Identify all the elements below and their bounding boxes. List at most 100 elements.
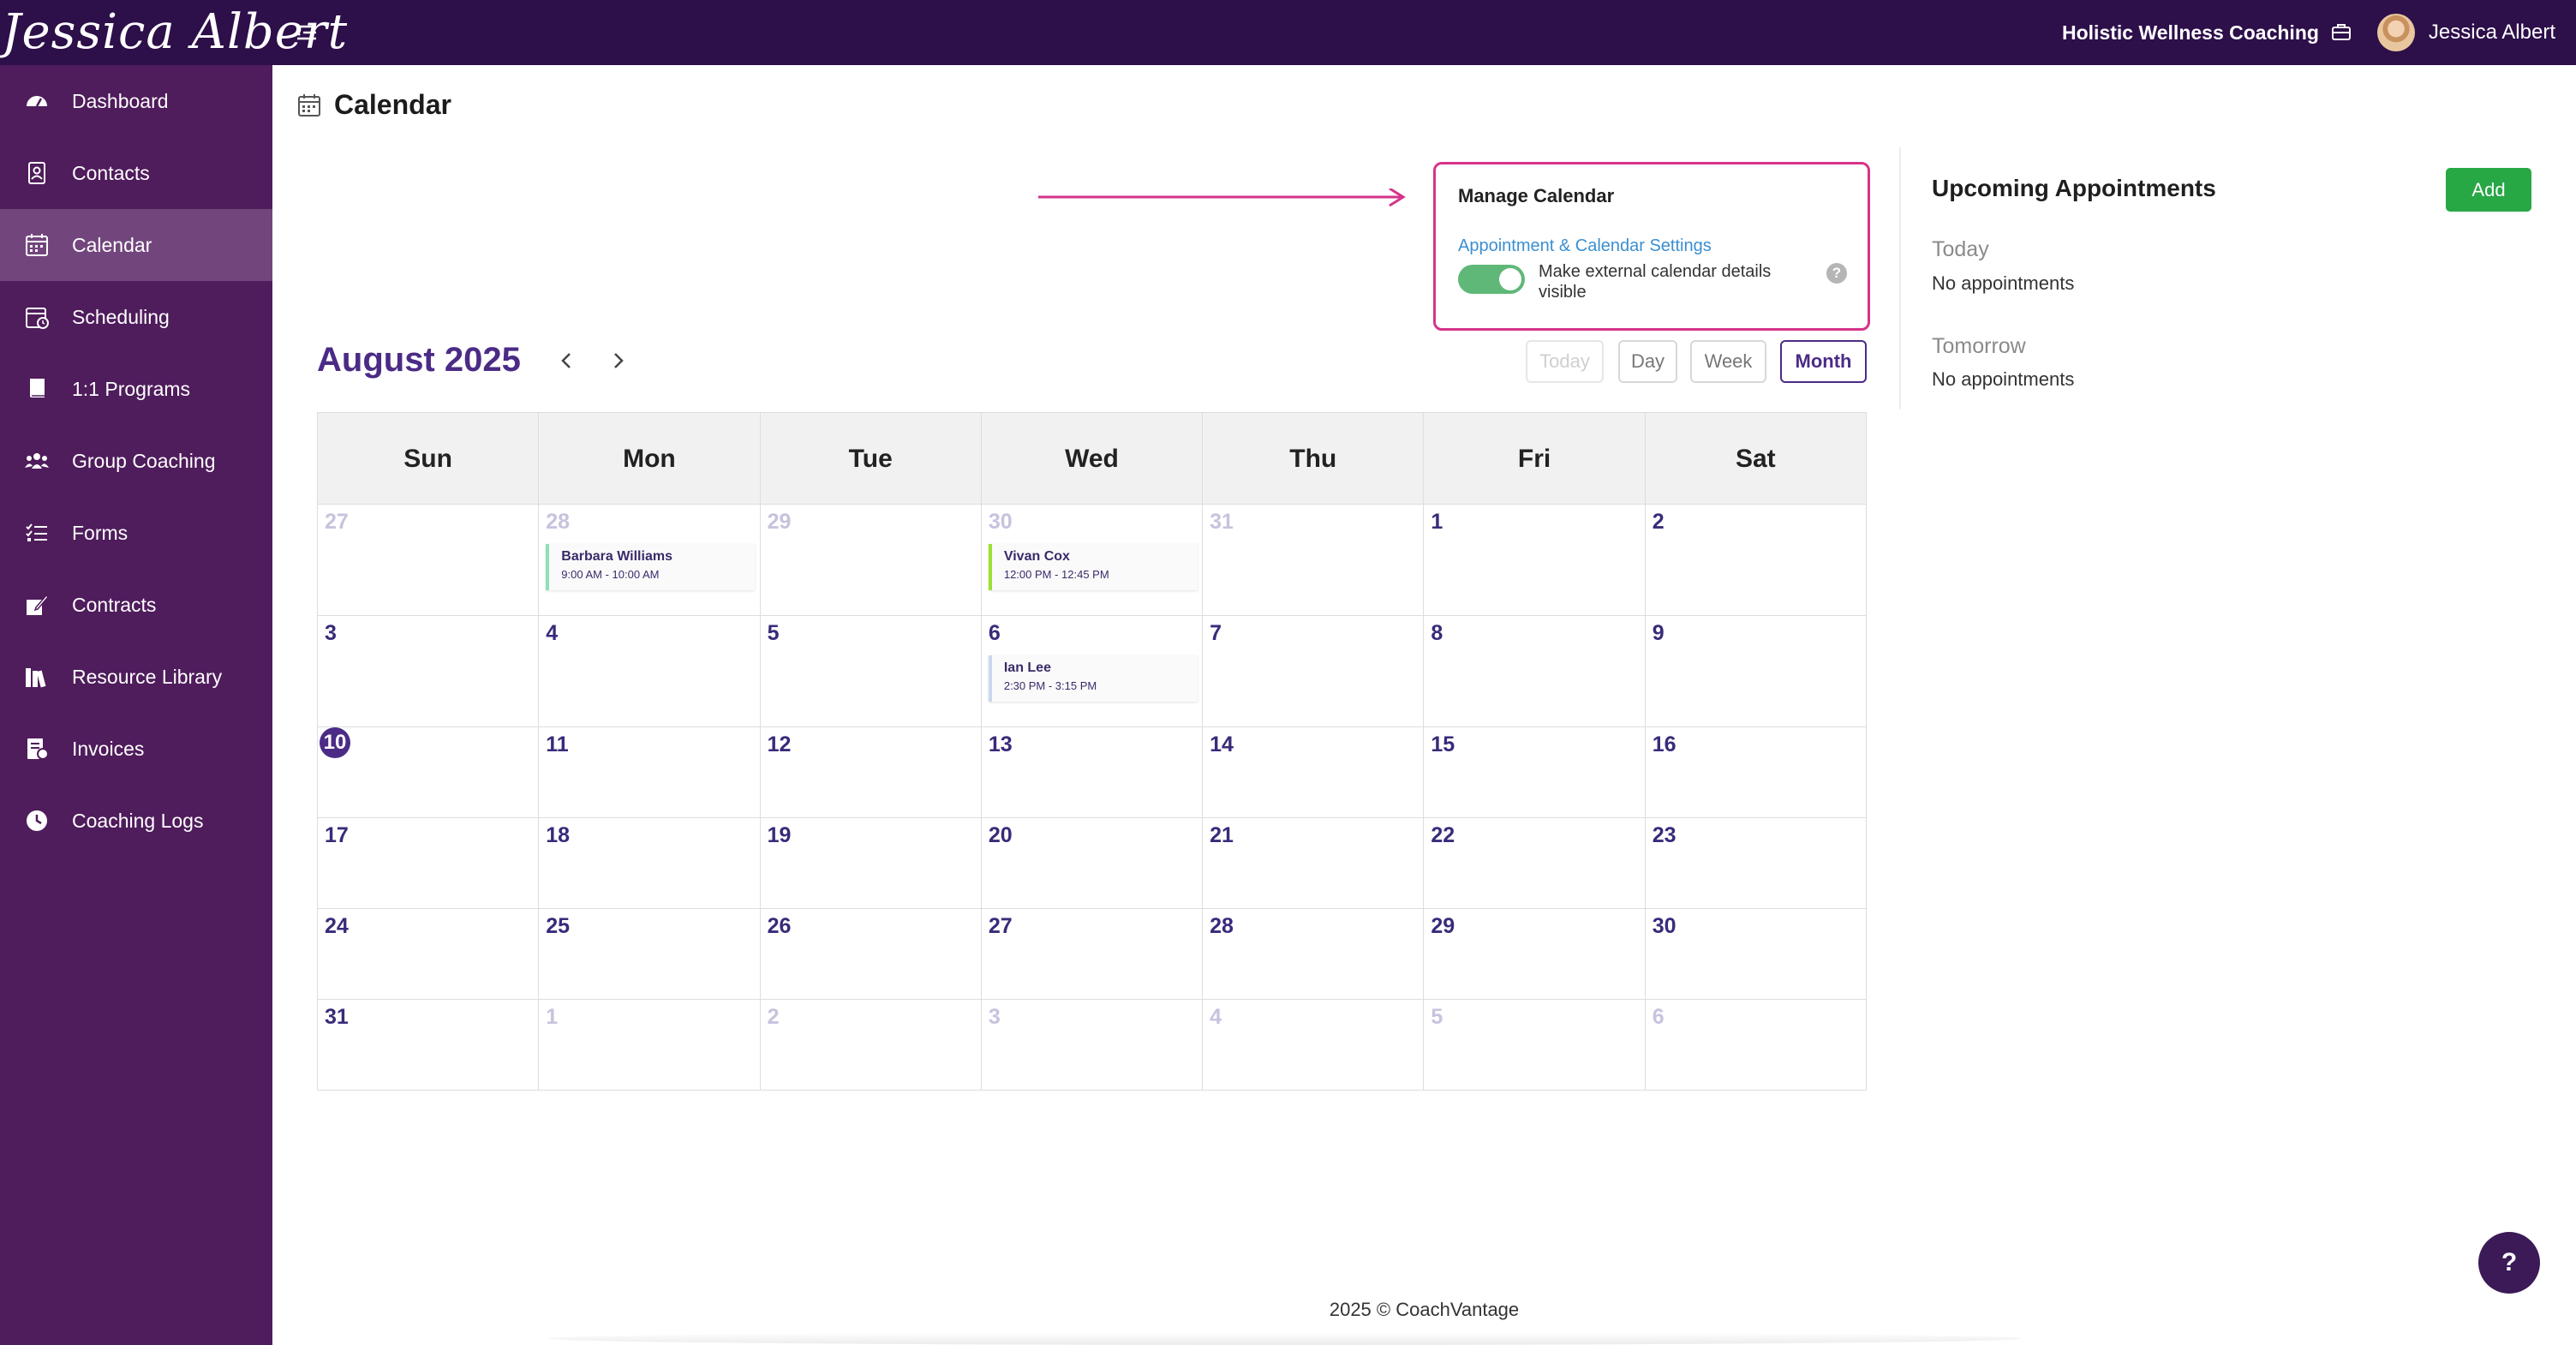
calendar-day-cell[interactable]: 5: [759, 616, 981, 726]
day-number[interactable]: 11: [546, 732, 568, 757]
today-button[interactable]: Today: [1526, 340, 1604, 383]
calendar-day-cell[interactable]: 12: [759, 727, 981, 817]
calendar-day-cell[interactable]: 10: [317, 727, 538, 817]
day-number[interactable]: 24: [325, 914, 349, 939]
day-number[interactable]: 16: [1653, 732, 1676, 757]
day-number[interactable]: 23: [1653, 823, 1676, 848]
day-number[interactable]: 7: [1210, 621, 1222, 646]
calendar-day-cell[interactable]: 30: [1644, 909, 1867, 999]
day-number[interactable]: 28: [546, 510, 570, 535]
calendar-day-cell[interactable]: 31: [317, 1000, 538, 1090]
calendar-day-cell[interactable]: 9: [1644, 616, 1867, 726]
calendar-day-cell[interactable]: 11: [538, 727, 759, 817]
day-number[interactable]: 5: [768, 621, 780, 646]
calendar-day-cell[interactable]: 20: [980, 818, 1202, 908]
calendar-day-cell[interactable]: 25: [538, 909, 759, 999]
calendar-day-cell[interactable]: 13: [980, 727, 1202, 817]
calendar-day-cell[interactable]: 19: [759, 818, 981, 908]
calendar-day-cell[interactable]: 21: [1202, 818, 1423, 908]
calendar-day-cell[interactable]: 18: [538, 818, 759, 908]
day-number[interactable]: 22: [1431, 823, 1455, 848]
day-number[interactable]: 3: [325, 621, 337, 646]
calendar-day-cell[interactable]: 29: [759, 505, 981, 615]
day-number[interactable]: 27: [325, 510, 349, 535]
month-view-button[interactable]: Month: [1780, 340, 1867, 383]
calendar-event[interactable]: Vivan Cox 12:00 PM - 12:45 PM: [988, 544, 1198, 590]
calendar-day-cell[interactable]: 3: [317, 616, 538, 726]
day-number[interactable]: 12: [768, 732, 792, 757]
calendar-day-cell[interactable]: 16: [1644, 727, 1867, 817]
day-number[interactable]: 2: [768, 1005, 780, 1030]
calendar-day-cell[interactable]: 2: [1644, 505, 1867, 615]
calendar-event[interactable]: Barbara Williams 9:00 AM - 10:00 AM: [546, 544, 756, 590]
day-number[interactable]: 26: [768, 914, 792, 939]
calendar-day-cell[interactable]: 6: [1644, 1000, 1867, 1090]
day-number[interactable]: 4: [1210, 1005, 1222, 1030]
calendar-day-cell[interactable]: 29: [1423, 909, 1644, 999]
day-number[interactable]: 6: [989, 621, 1001, 646]
day-number[interactable]: 5: [1431, 1005, 1443, 1030]
calendar-day-cell[interactable]: 4: [538, 616, 759, 726]
help-icon[interactable]: ?: [1826, 263, 1847, 284]
sidebar-item-group-coaching[interactable]: Group Coaching: [0, 425, 272, 497]
day-number[interactable]: 30: [1653, 914, 1676, 939]
sidebar-item-coaching-logs[interactable]: Coaching Logs: [0, 785, 272, 857]
day-number[interactable]: 20: [989, 823, 1013, 848]
calendar-day-cell[interactable]: 3: [980, 1000, 1202, 1090]
calendar-day-cell[interactable]: 26: [759, 909, 981, 999]
sidebar-item-forms[interactable]: Forms: [0, 497, 272, 569]
day-number[interactable]: 9: [1653, 621, 1665, 646]
sidebar-item-calendar[interactable]: Calendar: [0, 209, 272, 281]
day-number[interactable]: 2: [1653, 510, 1665, 535]
day-number[interactable]: 29: [1431, 914, 1455, 939]
day-number[interactable]: 13: [989, 732, 1013, 757]
day-number[interactable]: 17: [325, 823, 349, 848]
calendar-day-cell[interactable]: 14: [1202, 727, 1423, 817]
calendar-day-cell[interactable]: 22: [1423, 818, 1644, 908]
calendar-day-cell[interactable]: 5: [1423, 1000, 1644, 1090]
calendar-day-cell[interactable]: 17: [317, 818, 538, 908]
external-details-toggle[interactable]: [1458, 265, 1525, 294]
calendar-settings-link[interactable]: Appointment & Calendar Settings: [1458, 236, 1847, 256]
day-number[interactable]: 4: [546, 621, 558, 646]
today-day-number[interactable]: 10: [320, 727, 350, 758]
calendar-day-cell[interactable]: 6 Ian Lee 2:30 PM - 3:15 PM: [980, 616, 1202, 726]
calendar-day-cell[interactable]: 30 Vivan Cox 12:00 PM - 12:45 PM: [980, 505, 1202, 615]
day-number[interactable]: 21: [1210, 823, 1234, 848]
calendar-day-cell[interactable]: 27: [980, 909, 1202, 999]
day-number[interactable]: 29: [768, 510, 792, 535]
day-view-button[interactable]: Day: [1618, 340, 1677, 383]
calendar-day-cell[interactable]: 31: [1202, 505, 1423, 615]
calendar-day-cell[interactable]: 8: [1423, 616, 1644, 726]
sidebar-item-resource-library[interactable]: Resource Library: [0, 641, 272, 713]
calendar-day-cell[interactable]: 4: [1202, 1000, 1423, 1090]
calendar-day-cell[interactable]: 23: [1644, 818, 1867, 908]
add-appointment-button[interactable]: Add: [2446, 168, 2531, 212]
sidebar-item-invoices[interactable]: Invoices: [0, 713, 272, 785]
calendar-day-cell[interactable]: 28 Barbara Williams 9:00 AM - 10:00 AM: [538, 505, 759, 615]
week-view-button[interactable]: Week: [1690, 340, 1766, 383]
avatar[interactable]: [2376, 14, 2415, 51]
day-number[interactable]: 19: [768, 823, 792, 848]
calendar-day-cell[interactable]: 15: [1423, 727, 1644, 817]
day-number[interactable]: 1: [1431, 510, 1443, 535]
briefcase-icon[interactable]: [2329, 21, 2353, 45]
sidebar-item-contracts[interactable]: Contracts: [0, 569, 272, 641]
calendar-day-cell[interactable]: 28: [1202, 909, 1423, 999]
day-number[interactable]: 27: [989, 914, 1013, 939]
calendar-day-cell[interactable]: 1: [1423, 505, 1644, 615]
day-number[interactable]: 6: [1653, 1005, 1665, 1030]
calendar-day-cell[interactable]: 7: [1202, 616, 1423, 726]
day-number[interactable]: 8: [1431, 621, 1443, 646]
day-number[interactable]: 28: [1210, 914, 1234, 939]
calendar-event[interactable]: Ian Lee 2:30 PM - 3:15 PM: [988, 655, 1198, 702]
calendar-day-cell[interactable]: 1: [538, 1000, 759, 1090]
sidebar-item-dashboard[interactable]: Dashboard: [0, 65, 272, 137]
calendar-day-cell[interactable]: 27: [317, 505, 538, 615]
sidebar-item-scheduling[interactable]: Scheduling: [0, 281, 272, 353]
day-number[interactable]: 18: [546, 823, 570, 848]
prev-month-button[interactable]: [554, 348, 580, 374]
day-number[interactable]: 1: [546, 1005, 558, 1030]
day-number[interactable]: 3: [989, 1005, 1001, 1030]
day-number[interactable]: 31: [1210, 510, 1234, 535]
